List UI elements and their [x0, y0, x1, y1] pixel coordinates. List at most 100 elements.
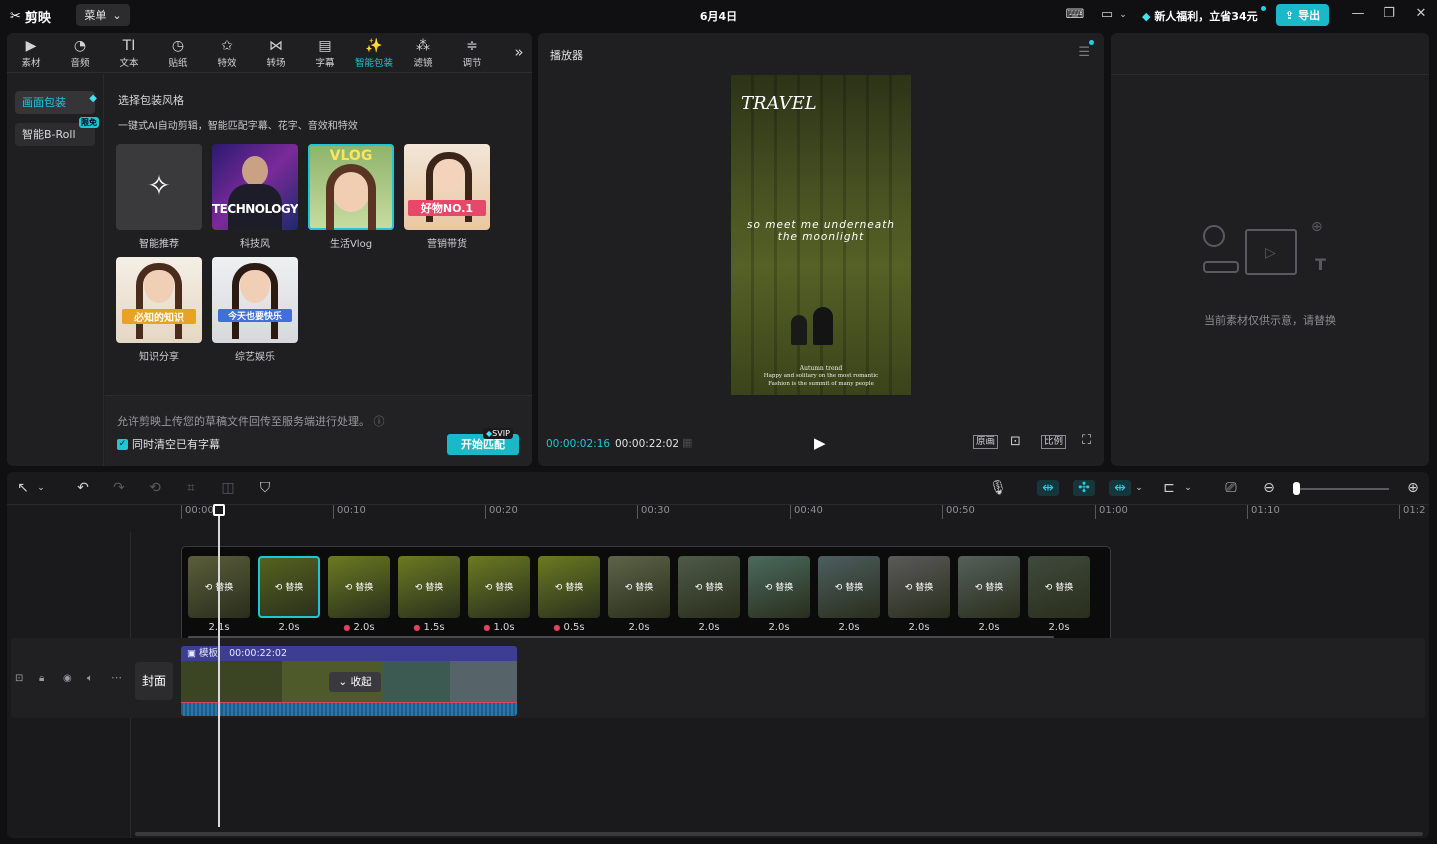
clip-thumb[interactable]: ⟲ 替换 — [678, 556, 740, 618]
clip-thumb[interactable]: ⟲ 替换 — [748, 556, 810, 618]
clip-thumb[interactable]: ⟲ 替换 — [538, 556, 600, 618]
clip-thumb[interactable]: ⟲ 替换 — [328, 556, 390, 618]
tab-audio[interactable]: ◔ 音频 — [58, 37, 102, 69]
chevron-down-icon[interactable]: ⌄ — [1118, 7, 1128, 23]
promo-link[interactable]: ◆ 新人福利，立省34元 — [1142, 8, 1258, 24]
sidebar-item-broll[interactable]: 智能B-Roll 限免 — [15, 117, 99, 146]
waveform-icon[interactable]: ▦ — [682, 436, 692, 449]
clip-slot[interactable]: ⟲ 替换 2.0s — [608, 556, 670, 633]
replace-overlay[interactable]: ⟲ 替换 — [678, 580, 740, 593]
clip-slot[interactable]: ⟲ 替换 2.0s — [1028, 556, 1090, 633]
shortcut-icon[interactable]: ⌨ — [1065, 7, 1085, 23]
clip-thumb[interactable]: ⟲ 替换 — [608, 556, 670, 618]
clear-captions-checkbox[interactable]: ✓ 同时清空已有字幕 — [117, 436, 220, 452]
clip-thumb[interactable]: ⟲ 替换 — [1028, 556, 1090, 618]
style-card-tech[interactable]: TECHNOLOGY 科技风 — [212, 144, 298, 250]
replace-overlay[interactable]: ⟲ 替换 — [468, 580, 530, 593]
clip-slot[interactable]: ⟲ 替换 2.0s — [818, 556, 880, 633]
undo-icon[interactable]: ↶ — [73, 480, 93, 496]
replace-overlay[interactable]: ⟲ 替换 — [398, 580, 460, 593]
replace-icon[interactable]: ⟲ — [145, 480, 165, 496]
replace-overlay[interactable]: ⟲ 替换 — [608, 580, 670, 593]
clip-slot[interactable]: ⟲ 替换 ● 1.0s — [468, 556, 530, 633]
menu-button[interactable]: 菜单 ⌄ — [76, 4, 130, 26]
split-icon[interactable]: ◫ — [218, 480, 238, 496]
export-button[interactable]: ⇪ 导出 — [1276, 4, 1329, 26]
replace-overlay[interactable]: ⟲ 替换 — [538, 580, 600, 593]
info-icon[interactable]: ⓘ — [374, 415, 385, 428]
clip-slot[interactable]: ⟲ 替换 2.0s — [258, 556, 320, 633]
tab-effect[interactable]: ✩ 特效 — [205, 37, 249, 69]
chevron-down-icon[interactable]: ⌄ — [1182, 480, 1194, 496]
link-toggle-icon[interactable]: ⇹ — [1037, 480, 1059, 496]
replace-overlay[interactable]: ⟲ 替换 — [1028, 580, 1090, 593]
collapse-button[interactable]: ⌄ 收起 — [329, 672, 381, 692]
track-thumb-icon[interactable]: ⊡ — [15, 673, 23, 684]
fit-timeline-icon[interactable]: ⎚ — [1221, 480, 1241, 496]
eye-icon[interactable]: ◉ — [63, 673, 72, 684]
snap-toggle-icon[interactable]: ✣ — [1073, 480, 1095, 496]
tab-sticker[interactable]: ◷ 贴纸 — [156, 37, 200, 69]
style-card-marketing[interactable]: 好物NO.1 营销带货 — [404, 144, 490, 250]
main-template-track[interactable]: ▣ 模板 00:00:22:02 ⌄ 收起 — [181, 646, 517, 716]
ratio-button[interactable]: 比例 — [1041, 435, 1067, 449]
tab-transition[interactable]: ⋈ 转场 — [254, 37, 298, 69]
lock-icon[interactable]: 🔒︎ — [39, 673, 44, 684]
clip-thumb[interactable]: ⟲ 替换 — [818, 556, 880, 618]
clip-thumb[interactable]: ⟲ 替换 — [468, 556, 530, 618]
clip-slot[interactable]: ⟲ 替换 2.0s — [678, 556, 740, 633]
clip-slot[interactable]: ⟲ 替换 2.0s — [888, 556, 950, 633]
fullscreen-icon[interactable]: ⛶ — [1082, 433, 1091, 448]
maximize-icon[interactable]: ❐ — [1381, 6, 1397, 24]
clip-slot[interactable]: ⟲ 替换 2.0s — [958, 556, 1020, 633]
speaker-icon[interactable]: 🔈︎ — [87, 673, 93, 684]
microphone-icon[interactable]: 🎙 — [988, 480, 1008, 496]
playhead-line[interactable] — [218, 507, 220, 827]
replace-overlay[interactable]: ⟲ 替换 — [748, 580, 810, 593]
menu-lines-icon[interactable]: ☰ — [1078, 45, 1090, 60]
video-preview[interactable]: TRAVEL so meet me underneath the moonlig… — [731, 75, 911, 395]
style-card-recommend[interactable]: ✧ 智能推荐 — [116, 144, 202, 250]
shield-icon[interactable]: ⛉ — [255, 480, 275, 496]
clip-thumb[interactable]: ⟲ 替换 — [888, 556, 950, 618]
time-ruler[interactable]: 00:00 00:10 00:20 00:30 00:40 00:50 01:0… — [179, 505, 1429, 521]
close-icon[interactable]: ✕ — [1413, 6, 1429, 24]
tab-adjust[interactable]: ≑ 调节 — [450, 37, 494, 69]
style-card-vlog[interactable]: VLOG 生活Vlog — [308, 144, 394, 250]
select-tool-icon[interactable]: ↖ — [13, 480, 33, 496]
more-icon[interactable]: ⋯ — [111, 671, 122, 684]
clip-slot[interactable]: ⟲ 替换 2.0s — [748, 556, 810, 633]
zoom-slider[interactable] — [1293, 482, 1389, 495]
tab-media[interactable]: ▶ 素材 — [9, 37, 53, 69]
tab-filter[interactable]: ⁂ 滤镜 — [401, 37, 445, 69]
redo-icon[interactable]: ↷ — [109, 480, 129, 496]
tab-caption[interactable]: ▤ 字幕 — [303, 37, 347, 69]
track-mode-icon[interactable]: ⊏ — [1159, 480, 1179, 496]
minimize-icon[interactable]: — — [1350, 6, 1366, 24]
replace-overlay[interactable]: ⟲ 替换 — [958, 580, 1020, 593]
replace-overlay[interactable]: ⟲ 替换 — [818, 580, 880, 593]
layout-icon[interactable]: ▭ — [1097, 7, 1117, 23]
clip-thumb[interactable]: ⟲ 替换 — [398, 556, 460, 618]
crop-icon[interactable]: ⌗ — [181, 480, 201, 496]
replace-overlay[interactable]: ⟲ 替换 — [328, 580, 390, 593]
more-tabs-icon[interactable]: » — [497, 43, 532, 61]
focus-icon[interactable]: ⊡ — [1010, 434, 1021, 449]
clip-thumb[interactable]: ⟲ 替换 — [258, 556, 320, 618]
chevron-down-icon[interactable]: ⌄ — [35, 480, 47, 496]
play-icon[interactable]: ▶ — [814, 434, 826, 452]
style-card-knowledge[interactable]: 必知的知识 知识分享 — [116, 257, 202, 363]
horizontal-scrollbar[interactable] — [135, 832, 1423, 836]
preview-axis-icon[interactable]: ⇹ — [1109, 480, 1131, 496]
clip-slot[interactable]: ⟲ 替换 ● 1.5s — [398, 556, 460, 633]
replace-overlay[interactable]: ⟲ 替换 — [888, 580, 950, 593]
zoom-in-icon[interactable]: ⊕ — [1403, 480, 1423, 496]
sidebar-item-frame-pack[interactable]: 画面包装 ◆ — [15, 91, 97, 114]
tab-smart-pack[interactable]: ✨ 智能包装 — [352, 37, 396, 69]
tab-text[interactable]: TI 文本 — [107, 37, 151, 69]
zoom-slider-handle[interactable] — [1293, 482, 1300, 495]
clip-thumb[interactable]: ⟲ 替换 — [958, 556, 1020, 618]
clip-slot[interactable]: ⟲ 替换 ● 0.5s — [538, 556, 600, 633]
replace-overlay[interactable]: ⟲ 替换 — [258, 580, 320, 593]
original-quality-button[interactable]: 原画 — [973, 435, 999, 449]
